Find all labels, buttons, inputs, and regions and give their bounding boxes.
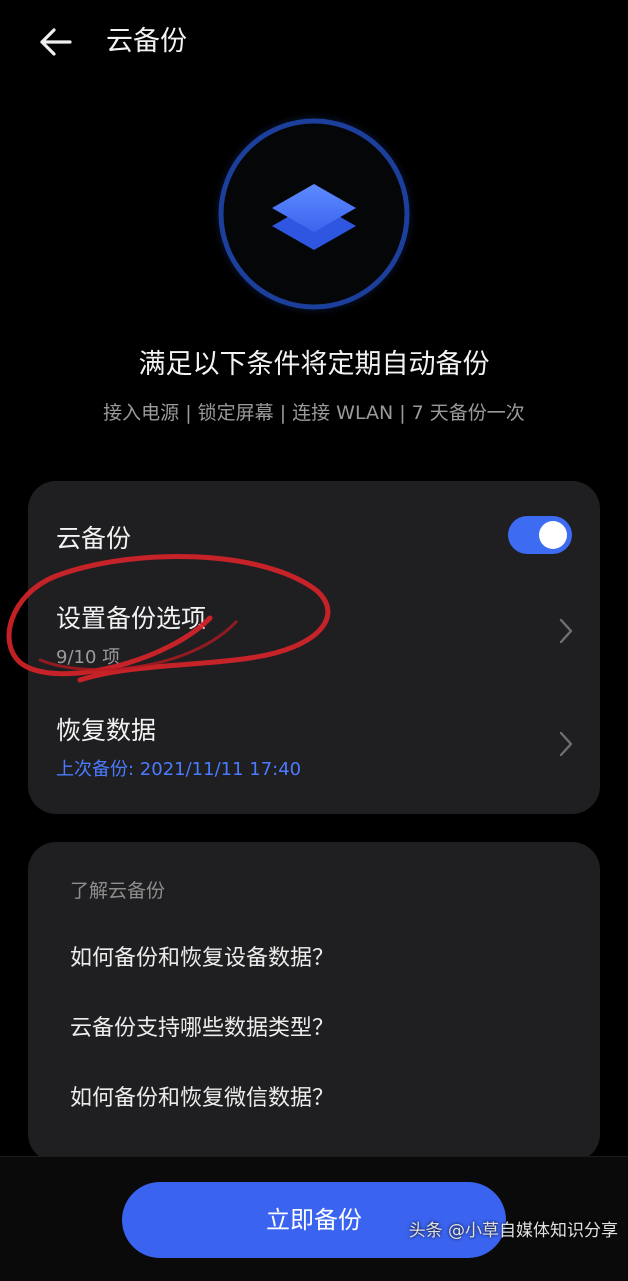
back-arrow-icon[interactable] [34, 22, 78, 62]
last-backup-time: 上次备份: 2021/11/11 17:40 [56, 759, 302, 780]
cloud-backup-label: 云备份 [56, 524, 132, 553]
faq-link[interactable]: 如何备份和恢复微信数据？ [70, 1080, 334, 1112]
chevron-right-icon [559, 731, 573, 757]
page-title: 云备份 [106, 26, 187, 57]
toggle-knob [539, 521, 567, 549]
cloud-backup-toggle[interactable] [508, 516, 572, 554]
faq-link[interactable]: 云备份支持哪些数据类型？ [70, 1010, 334, 1042]
auto-backup-headline: 满足以下条件将定期自动备份 [138, 349, 490, 380]
cloud-backup-layers-icon [212, 112, 416, 316]
backup-options-count: 9/10 项 [56, 647, 121, 668]
restore-data-label: 恢复数据 [56, 716, 157, 745]
backup-settings-card: 云备份 设置备份选项 9/10 项 恢复数据 上次备份: 2021/11/11 … [28, 481, 600, 814]
learn-card: 了解云备份 如何备份和恢复设备数据？ 云备份支持哪些数据类型？ 如何备份和恢复微… [28, 842, 600, 1162]
backup-options-label: 设置备份选项 [56, 604, 207, 633]
auto-backup-conditions: 接入电源 | 锁定屏幕 | 连接 WLAN | 7 天备份一次 [103, 402, 525, 424]
watermark: 头条 @小草自媒体知识分享 [408, 1221, 618, 1241]
faq-link[interactable]: 如何备份和恢复设备数据？ [70, 940, 334, 972]
chevron-right-icon [559, 618, 573, 644]
learn-heading: 了解云备份 [70, 880, 166, 902]
top-bar: 云备份 [0, 0, 628, 84]
